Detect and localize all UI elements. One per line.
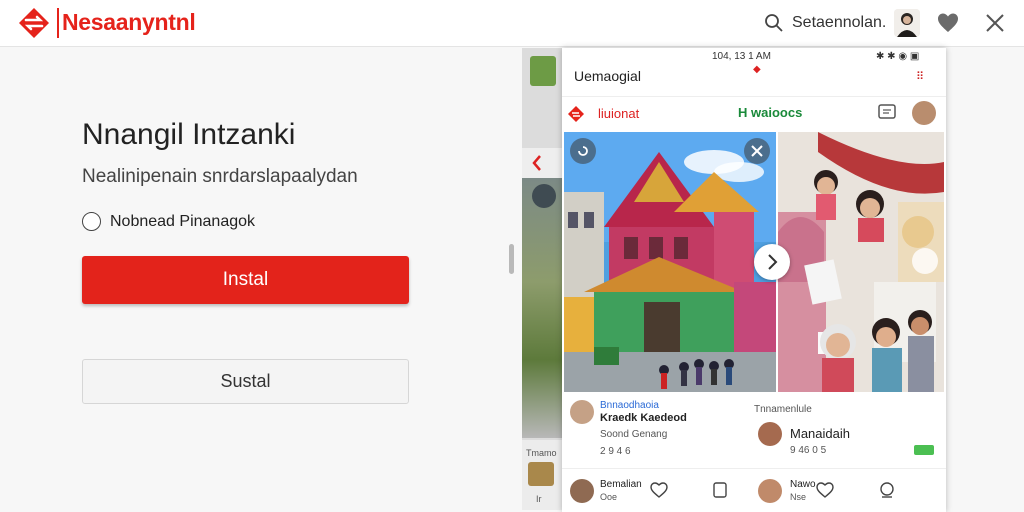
radio-label: Nobnead Pinanagok xyxy=(110,212,256,230)
page-subtitle: Nealinipenain snrdarslapaalydan xyxy=(82,166,358,187)
post-count: 2 9 4 6 xyxy=(600,446,631,457)
bottom-heart-icon-2[interactable] xyxy=(816,481,834,499)
radio-button[interactable] xyxy=(82,212,101,231)
back-chevron-icon[interactable] xyxy=(522,148,562,178)
phone-preview: 104, 13 1 AM ✱ ✱ ◉ ▣ ◆ Uemaogial ⠿ liuio… xyxy=(562,48,946,512)
photo-close-icon xyxy=(751,145,763,157)
secondary-button[interactable]: Sustal xyxy=(82,359,409,404)
menu-dots-icon[interactable]: ⠿ xyxy=(916,70,925,83)
bottom-bookmark-icon[interactable] xyxy=(878,481,896,499)
app-header-tag: H waioocs xyxy=(738,105,803,120)
background-screen: Tmamo Ir xyxy=(522,48,562,510)
post-name[interactable]: Kraedk Kaedeod xyxy=(600,412,687,424)
bottom-name-2[interactable]: Nawo xyxy=(790,479,816,490)
background-label-2: Ir xyxy=(536,494,542,504)
post-avatar-2[interactable] xyxy=(758,422,782,446)
app-avatar[interactable] xyxy=(912,101,936,125)
temple-photo[interactable] xyxy=(564,132,776,392)
photo-option-button[interactable] xyxy=(912,248,938,274)
user-avatar-icon xyxy=(894,9,920,37)
bottom-bar: Bemalian Ooe Nawo Nse xyxy=(562,468,946,512)
background-photo xyxy=(522,178,562,438)
background-dot xyxy=(532,184,556,208)
install-button[interactable]: Instal xyxy=(82,256,409,304)
refresh-icon xyxy=(578,146,588,156)
search-icon[interactable] xyxy=(764,13,784,33)
background-label: Tmamo xyxy=(526,448,557,458)
bottom-sub: Ooe xyxy=(600,492,618,502)
post-handle-2[interactable]: Tnnamenlule xyxy=(754,404,812,415)
next-arrow-icon xyxy=(768,254,778,270)
photo-close-button[interactable] xyxy=(744,138,770,164)
next-button[interactable] xyxy=(754,244,790,280)
refresh-button[interactable] xyxy=(570,138,596,164)
scroll-handle[interactable] xyxy=(509,244,514,274)
page-title: Nnangil Intzanki xyxy=(82,118,296,151)
status-time: 104, 13 1 AM xyxy=(712,51,771,62)
background-footer: Tmamo Ir xyxy=(522,440,562,510)
background-thumb xyxy=(528,462,554,486)
back-header xyxy=(522,148,562,178)
status-icons: ✱ ✱ ◉ ▣ xyxy=(876,51,920,62)
app-title: Uemaogial xyxy=(574,68,641,84)
logo-icon xyxy=(19,8,49,38)
radio-option[interactable]: Nobnead Pinanagok xyxy=(82,212,255,231)
app-brand: liuionat xyxy=(598,106,640,121)
post-avatar[interactable] xyxy=(570,400,594,424)
bottom-name[interactable]: Bemalian xyxy=(600,479,642,490)
bottom-avatar[interactable] xyxy=(570,479,594,503)
logo-divider xyxy=(57,8,59,38)
close-icon[interactable] xyxy=(984,12,1006,34)
brand-name: Nesaanyntnl xyxy=(62,9,196,35)
kids-photo[interactable] xyxy=(778,132,944,392)
thumbnail xyxy=(530,56,556,86)
app-logo-icon xyxy=(568,106,584,122)
post-meta-2: 9 46 0 5 xyxy=(790,445,827,456)
bottom-heart-icon[interactable] xyxy=(650,481,668,499)
temple-illustration xyxy=(564,132,776,392)
search-field[interactable]: Setaennolan. xyxy=(792,14,886,32)
heart-icon[interactable] xyxy=(936,11,960,35)
red-marker-icon: ◆ xyxy=(753,64,761,75)
user-avatar[interactable] xyxy=(894,9,920,37)
bottom-share-icon[interactable] xyxy=(712,481,728,499)
bottom-avatar-2[interactable] xyxy=(758,479,782,503)
chat-icon[interactable] xyxy=(878,104,898,122)
bottom-sub-2: Nse xyxy=(790,492,807,502)
status-chip xyxy=(914,445,934,455)
post-name-2[interactable]: Manaidaih xyxy=(790,426,850,441)
post-meta: Soond Genang xyxy=(600,429,668,440)
post-handle[interactable]: Bnnaodhaoia xyxy=(600,400,659,411)
top-bar: Nesaanyntnl Setaennolan. xyxy=(0,0,1024,47)
app-header: liuionat H waioocs xyxy=(562,96,946,131)
